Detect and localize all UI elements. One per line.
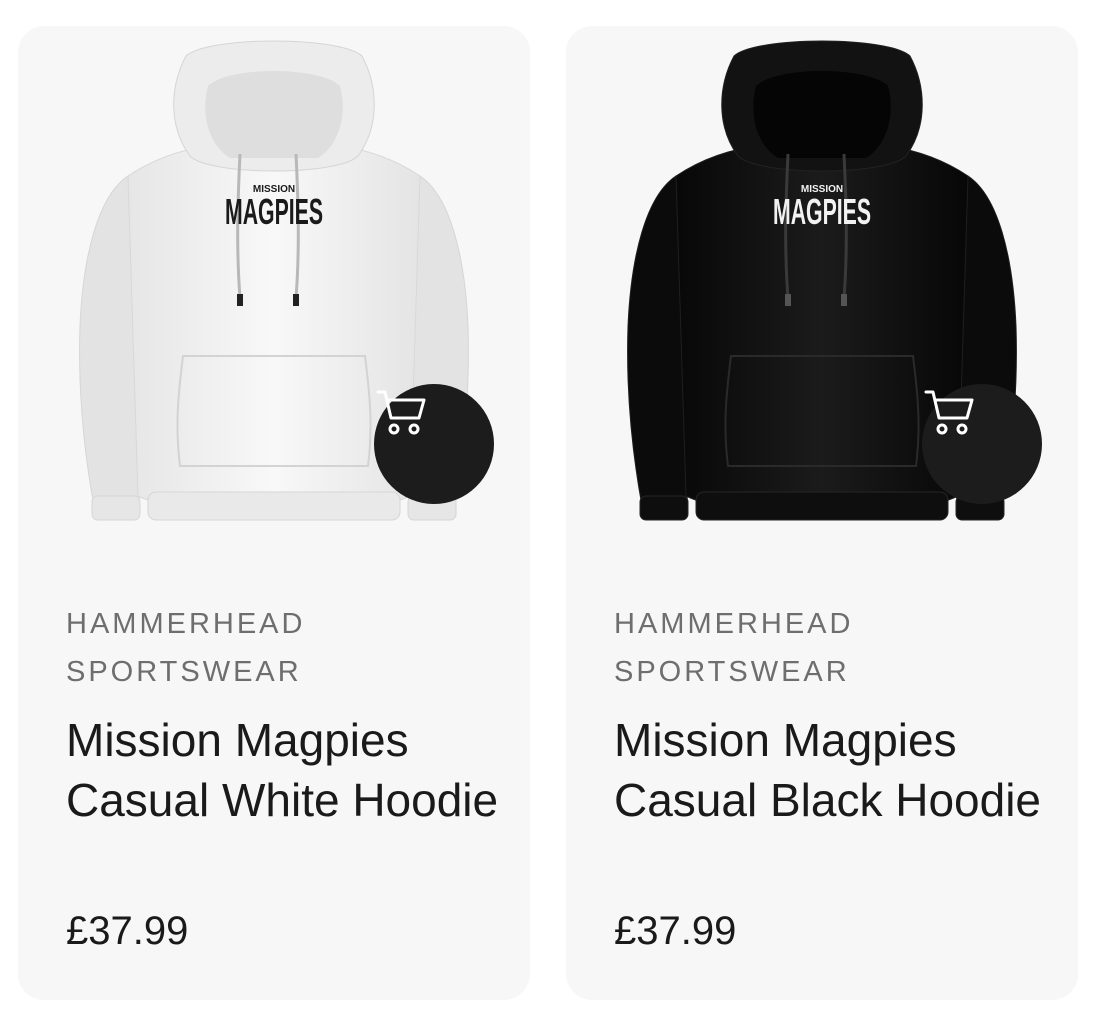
print-main-text: MAGPIES bbox=[773, 191, 871, 232]
brand-name: HAMMERHEAD SPORTSWEAR bbox=[614, 600, 1034, 696]
product-image[interactable]: MISSION MAGPIES bbox=[18, 26, 530, 566]
print-main-text: MAGPIES bbox=[225, 191, 323, 232]
product-image[interactable]: MISSION MAGPIES bbox=[566, 26, 1078, 566]
shopping-cart-icon bbox=[924, 390, 974, 435]
brand-name: HAMMERHEAD SPORTSWEAR bbox=[66, 600, 486, 696]
product-card[interactable]: MISSION MAGPIES HAMMERHEAD SPORTSWEAR Mi… bbox=[566, 26, 1078, 1000]
product-card[interactable]: MISSION MAGPIES HAMMERHEAD SPORTSWEAR Mi… bbox=[18, 26, 530, 1000]
product-title[interactable]: Mission Magpies Casual Black Hoodie bbox=[614, 710, 1054, 830]
product-title[interactable]: Mission Magpies Casual White Hoodie bbox=[66, 710, 506, 830]
product-price: £37.99 bbox=[614, 909, 737, 953]
brand-line: HAMMERHEAD bbox=[66, 608, 306, 640]
add-to-cart-button[interactable] bbox=[374, 384, 494, 504]
brand-line: SPORTSWEAR bbox=[614, 656, 850, 688]
brand-line: HAMMERHEAD bbox=[614, 608, 854, 640]
brand-line: SPORTSWEAR bbox=[66, 656, 302, 688]
add-to-cart-button[interactable] bbox=[922, 384, 1042, 504]
product-price: £37.99 bbox=[66, 909, 189, 953]
shopping-cart-icon bbox=[376, 390, 426, 435]
